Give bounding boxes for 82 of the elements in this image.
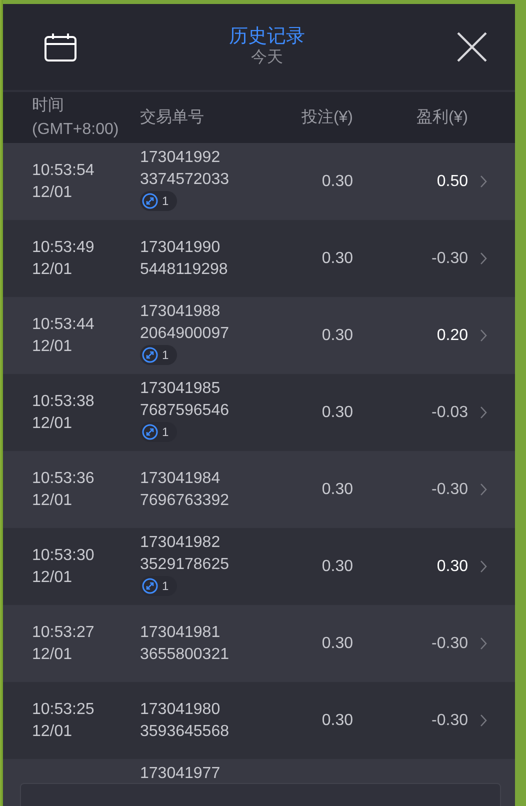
chevron-right-icon: [480, 483, 486, 496]
time-text: 10:53:38: [32, 392, 96, 412]
date-text: 12/01: [32, 568, 74, 588]
bet-amount: 0.30: [322, 558, 353, 574]
bet-amount: 0.30: [322, 404, 353, 420]
time-text: 10:53:30: [32, 546, 96, 566]
order-number: 173041990: [140, 238, 222, 258]
column-header: 盈利(¥): [416, 108, 468, 126]
profit-amount: -0.03: [432, 404, 468, 420]
time-text: 10:53:27: [32, 622, 96, 642]
bet-amount: 0.30: [322, 326, 353, 344]
chevron-right-icon: [480, 560, 486, 573]
order-number: 173041980: [140, 700, 222, 720]
profit-amount: -0.30: [432, 480, 468, 498]
order-number: 3529178625: [140, 555, 230, 575]
date-text: 12/01: [32, 722, 74, 742]
bet-amount: 0.30: [322, 712, 353, 728]
history-row[interactable]: 10:53:54 12/01 173041992 3374572033 1 0.30 0.50: [3, 143, 515, 220]
time-text: 10:53:44: [32, 314, 96, 334]
order-number: 173041985: [140, 379, 222, 399]
order-number: 173041981: [140, 622, 222, 642]
profit-amount: -0.30: [432, 250, 468, 266]
bet-amount: 0.30: [322, 634, 353, 652]
panel-title: 历史记录: [229, 26, 305, 48]
column-header: 投注(¥): [301, 108, 353, 126]
history-row[interactable]: 10:53:27 12/01 173041981 3655800321 0.30 -0.30: [3, 605, 515, 682]
order-number: 3655800321: [140, 644, 230, 664]
column-header: 交易单号: [140, 108, 204, 126]
column-header: (GMT+8:00): [32, 120, 120, 140]
profit-amount: 0.20: [436, 326, 468, 344]
date-filter-label: 今天: [250, 48, 284, 68]
chevron-right-icon: [480, 252, 486, 265]
chevron-right-icon: [480, 175, 486, 188]
expand-arrows-icon: [142, 347, 158, 363]
history-row[interactable]: 10:53:25 12/01 173041980 3593645568 0.30 -0.30: [3, 682, 515, 759]
order-number: 173041982: [140, 533, 222, 553]
history-row[interactable]: 10:53:38 12/01 173041985 7687596546 1 0.30 -0.03: [3, 374, 515, 451]
expand-arrows-icon: [142, 578, 158, 594]
profit-amount: -0.30: [432, 634, 468, 652]
order-number: 173041988: [140, 302, 222, 322]
order-number: 173041992: [140, 148, 222, 168]
date-text: 12/01: [32, 182, 74, 202]
bet-amount: 0.30: [322, 480, 353, 498]
time-text: 10:53:25: [32, 700, 96, 720]
chevron-right-icon: [480, 329, 486, 342]
bet-amount: 0.30: [322, 250, 353, 266]
date-text: 12/01: [32, 260, 74, 280]
time-text: 10:53:54: [32, 160, 96, 180]
date-text: 12/01: [32, 644, 74, 664]
history-row[interactable]: 10:53:30 12/01 173041982 3529178625 1 0.30 0.30: [3, 528, 515, 605]
history-row[interactable]: 10:53:44 12/01 173041988 2064900097 1 0.30 0.20: [3, 297, 515, 374]
order-number: 173041984: [140, 468, 222, 488]
date-text: 12/01: [32, 490, 74, 510]
order-number: 3374572033: [140, 170, 230, 190]
time-text: 10:53:49: [32, 238, 96, 258]
order-number: 7687596546: [140, 401, 230, 421]
date-text: 12/01: [32, 414, 74, 434]
expand-arrows-icon: [142, 424, 158, 440]
column-header: 时间: [32, 96, 65, 116]
time-text: 10:53:36: [32, 468, 96, 488]
profit-amount: 0.50: [436, 172, 468, 190]
chevron-right-icon: [480, 406, 486, 419]
order-number: 7696763392: [140, 490, 230, 510]
profit-amount: 0.30: [436, 558, 468, 574]
calendar-icon[interactable]: [44, 32, 77, 62]
history-row[interactable]: 10:53:49 12/01 173041990 5448119298 0.30 -0.30: [3, 220, 515, 297]
expand-arrows-icon: [142, 193, 158, 209]
link-count-badge: 1: [140, 191, 177, 211]
order-number: 173041977: [140, 764, 222, 784]
profit-amount: -0.30: [432, 712, 468, 728]
order-number: 2064900097: [140, 324, 230, 344]
history-row[interactable]: 10:53:36 12/01 173041984 7696763392 0.30 -0.30: [3, 451, 515, 528]
bet-amount: 0.30: [322, 172, 353, 190]
order-number: 5448119298: [140, 260, 229, 280]
order-number: 3593645568: [140, 722, 230, 742]
link-count-badge: 1: [140, 345, 177, 365]
link-count-badge: 1: [140, 422, 177, 442]
date-text: 12/01: [32, 336, 74, 356]
chevron-right-icon: [480, 714, 486, 727]
close-icon[interactable]: [457, 32, 487, 62]
chevron-right-icon: [480, 637, 486, 650]
link-count-badge: 1: [140, 576, 177, 596]
